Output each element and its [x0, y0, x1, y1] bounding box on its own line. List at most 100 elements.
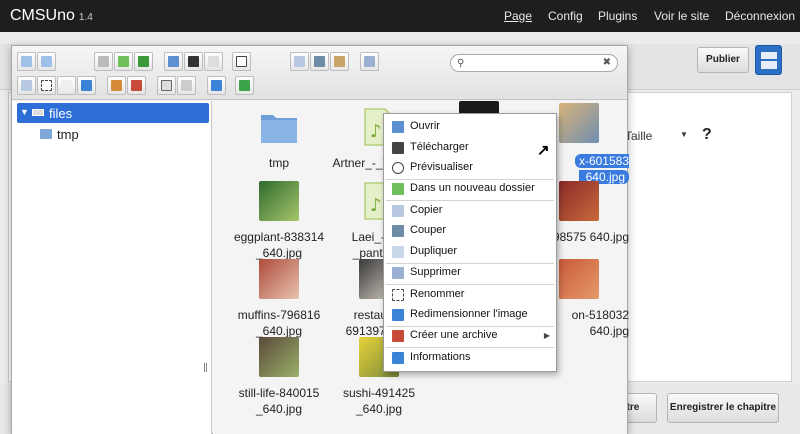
home-button[interactable]: [94, 52, 113, 71]
nav-voir-le-site[interactable]: Voir le site: [654, 9, 709, 23]
scissors-icon: [392, 225, 404, 237]
help-button[interactable]: ?: [702, 126, 712, 144]
image-thumbnail: [559, 103, 599, 143]
font-size-label[interactable]: Taille: [625, 129, 652, 143]
eye-icon: [392, 162, 404, 174]
download-icon: [138, 56, 149, 67]
resize-icon: [81, 80, 92, 91]
image-thumbnail: [559, 259, 599, 299]
fullscreen-button[interactable]: [235, 76, 254, 95]
menu-item-renommer[interactable]: Renommer: [384, 285, 556, 305]
archive-icon: [131, 80, 142, 91]
menu-item-label: Supprimer: [410, 266, 461, 278]
folder-icon: [40, 129, 52, 139]
nav-config[interactable]: Config: [548, 9, 583, 23]
trash-icon: [392, 267, 404, 279]
download-button[interactable]: [134, 52, 153, 71]
computer-icon: [98, 56, 109, 67]
menu-item-redimensionner[interactable]: Redimensionner l'image: [384, 305, 556, 325]
file-name-selected: x-601583 _640.jpg: [574, 154, 629, 184]
svg-text:♪: ♪: [370, 121, 382, 142]
menu-item-ouvrir[interactable]: Ouvrir: [384, 117, 556, 137]
file-name: still-life-840015 _640.jpg: [238, 386, 320, 416]
delete-button[interactable]: [360, 52, 379, 71]
rename-icon: [41, 80, 52, 91]
duplicate-icon: [21, 80, 32, 91]
menu-item-supprimer[interactable]: Supprimer: [384, 263, 556, 283]
expand-arrow-icon[interactable]: ▼: [20, 107, 29, 117]
nav-page[interactable]: Page: [504, 9, 532, 23]
nav-deconnexion[interactable]: Déconnexion: [725, 9, 795, 23]
new-file-icon: [61, 80, 72, 91]
forward-arrow-icon: [41, 56, 52, 67]
upload-button[interactable]: [114, 52, 133, 71]
save-chapter-button[interactable]: Enregistrer le chapitre: [667, 393, 779, 423]
extract-icon: [111, 80, 122, 91]
open-icon: [392, 121, 404, 133]
help-icon: [211, 80, 222, 91]
file-name: sushi-491425 _640.jpg: [342, 386, 416, 416]
tree-item-files[interactable]: ▼ files: [17, 103, 209, 123]
paste-button[interactable]: [330, 52, 349, 71]
cut-button[interactable]: [310, 52, 329, 71]
menu-item-label: Télécharger: [410, 141, 469, 153]
extract-button[interactable]: [107, 76, 126, 95]
duplicate-button[interactable]: [17, 76, 36, 95]
brand[interactable]: CMSUno 1.4: [10, 7, 93, 25]
list-view-button[interactable]: [177, 76, 196, 95]
menu-item-nouveau-dossier[interactable]: Dans un nouveau dossier: [384, 179, 556, 199]
publish-button[interactable]: Publier: [697, 47, 749, 73]
icon-view-button[interactable]: [157, 76, 176, 95]
menu-item-informations[interactable]: Informations: [384, 348, 556, 368]
trash-icon: [364, 56, 375, 67]
save-icon: [761, 52, 777, 69]
info-icon: [392, 352, 404, 364]
brand-version: 1.4: [78, 12, 93, 23]
image-thumbnail: [259, 259, 299, 299]
menu-item-label: Dans un nouveau dossier: [410, 182, 535, 194]
menu-item-copier[interactable]: Copier: [384, 201, 556, 221]
brand-name: CMSUno: [10, 7, 75, 24]
file-manager-toolbar: ⚲ ✖: [12, 46, 627, 100]
resize-button[interactable]: [77, 76, 96, 95]
menu-item-previsualiser[interactable]: Prévisualiser: [384, 158, 556, 178]
help-button[interactable]: [207, 76, 226, 95]
menu-item-label: Informations: [410, 351, 471, 363]
menu-item-couper[interactable]: Couper: [384, 221, 556, 241]
search-icon: ⚲: [457, 58, 465, 69]
rename-button[interactable]: [37, 76, 56, 95]
rename-icon: [392, 289, 404, 301]
top-navbar: CMSUno 1.4 Page Config Plugins Voir le si…: [0, 0, 800, 32]
clear-search-icon[interactable]: ✖: [603, 57, 611, 68]
download-icon: [392, 142, 404, 154]
forward-button[interactable]: [37, 52, 56, 71]
floppy-icon: [188, 56, 199, 67]
menu-item-label: Dupliquer: [410, 245, 458, 257]
new-file-button[interactable]: [57, 76, 76, 95]
menu-item-creer-archive[interactable]: Créer une archive ▶: [384, 326, 556, 346]
menu-item-dupliquer[interactable]: Dupliquer: [384, 242, 556, 262]
folder-tree: ▼ files tmp: [12, 101, 212, 434]
menu-item-telecharger[interactable]: Télécharger: [384, 138, 556, 158]
resize-icon: [392, 309, 404, 321]
open-button[interactable]: [164, 52, 183, 71]
menu-item-label: Créer une archive: [410, 329, 498, 341]
save-file-button[interactable]: [184, 52, 203, 71]
quicklook-button[interactable]: [232, 52, 251, 71]
search-input[interactable]: ⚲ ✖: [450, 54, 618, 72]
tree-item-label: tmp: [57, 127, 79, 142]
image-thumbnail: [259, 181, 299, 221]
file-name: muffins-796816 _640.jpg: [237, 308, 321, 338]
select-button[interactable]: [204, 52, 223, 71]
save-button[interactable]: [755, 45, 782, 75]
back-button[interactable]: [17, 52, 36, 71]
copy-button[interactable]: [290, 52, 309, 71]
archive-button[interactable]: [127, 76, 146, 95]
chevron-down-icon[interactable]: ▼: [680, 130, 688, 139]
archive-icon: [392, 330, 404, 342]
panel-resize-handle[interactable]: [204, 363, 207, 372]
fullscreen-icon: [239, 80, 250, 91]
nav-plugins[interactable]: Plugins: [598, 9, 637, 23]
eye-icon: [236, 56, 247, 67]
submenu-arrow-icon: ▶: [543, 331, 550, 340]
